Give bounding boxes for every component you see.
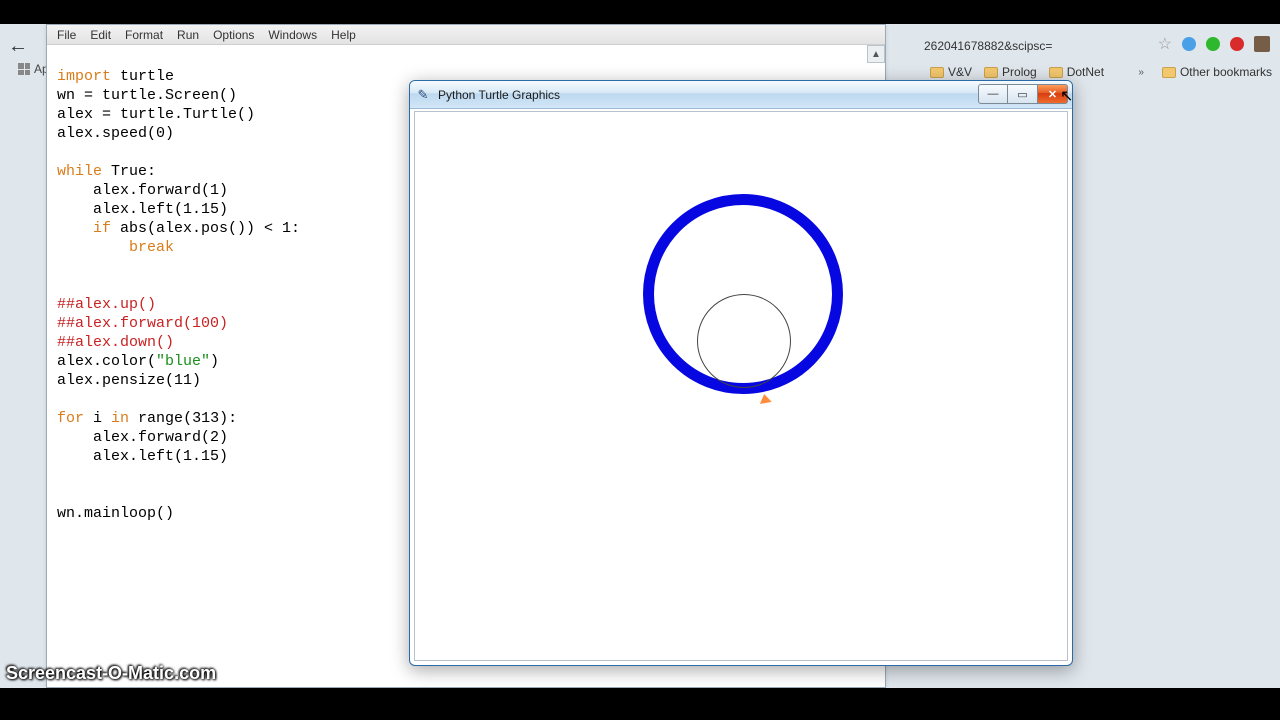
menu-windows[interactable]: Windows (268, 28, 317, 42)
watermark: Screencast-O-Matic.com (6, 663, 216, 684)
other-bookmarks[interactable]: Other bookmarks (1162, 65, 1272, 79)
turtle-canvas-frame (414, 111, 1068, 661)
feather-icon: ✎ (416, 88, 430, 102)
extension-icon[interactable] (1206, 37, 1220, 51)
bookmark-folder[interactable]: DotNet (1049, 65, 1104, 79)
close-button[interactable]: ✕ (1038, 84, 1068, 104)
extension-icon[interactable] (1230, 37, 1244, 51)
bookmark-star-icon[interactable]: ☆ (1158, 34, 1172, 54)
window-title: Python Turtle Graphics (438, 88, 560, 102)
menu-bar: File Edit Format Run Options Windows Hel… (47, 25, 885, 45)
folder-icon (1049, 67, 1063, 78)
small-circle-drawing (697, 294, 791, 388)
apps-grid-icon (18, 63, 30, 75)
bookmark-folder[interactable]: Prolog (984, 65, 1037, 79)
turtle-graphics-window: ✎ Python Turtle Graphics — ▭ ✕ (409, 80, 1073, 666)
minimize-button[interactable]: — (978, 84, 1008, 104)
browser-back-button[interactable]: ← (4, 32, 32, 60)
folder-icon (1162, 67, 1176, 78)
window-titlebar[interactable]: ✎ Python Turtle Graphics — ▭ ✕ (410, 81, 1072, 109)
menu-format[interactable]: Format (125, 28, 163, 42)
menu-help[interactable]: Help (331, 28, 356, 42)
scrollbar-up-button[interactable]: ▲ (867, 45, 885, 63)
menu-edit[interactable]: Edit (90, 28, 111, 42)
menu-options[interactable]: Options (213, 28, 254, 42)
address-bar-fragment[interactable]: 262041678882&scipsc= (924, 36, 1124, 56)
bookmarks-overflow-icon[interactable]: » (1138, 67, 1144, 78)
extension-icon[interactable] (1254, 36, 1270, 52)
bookmark-folder[interactable]: V&V (930, 65, 972, 79)
menu-run[interactable]: Run (177, 28, 199, 42)
turtle-canvas (415, 112, 1067, 660)
maximize-button[interactable]: ▭ (1008, 84, 1038, 104)
extension-icon[interactable] (1182, 37, 1196, 51)
turtle-cursor-icon (758, 393, 771, 404)
folder-icon (930, 67, 944, 78)
folder-icon (984, 67, 998, 78)
menu-file[interactable]: File (57, 28, 76, 42)
